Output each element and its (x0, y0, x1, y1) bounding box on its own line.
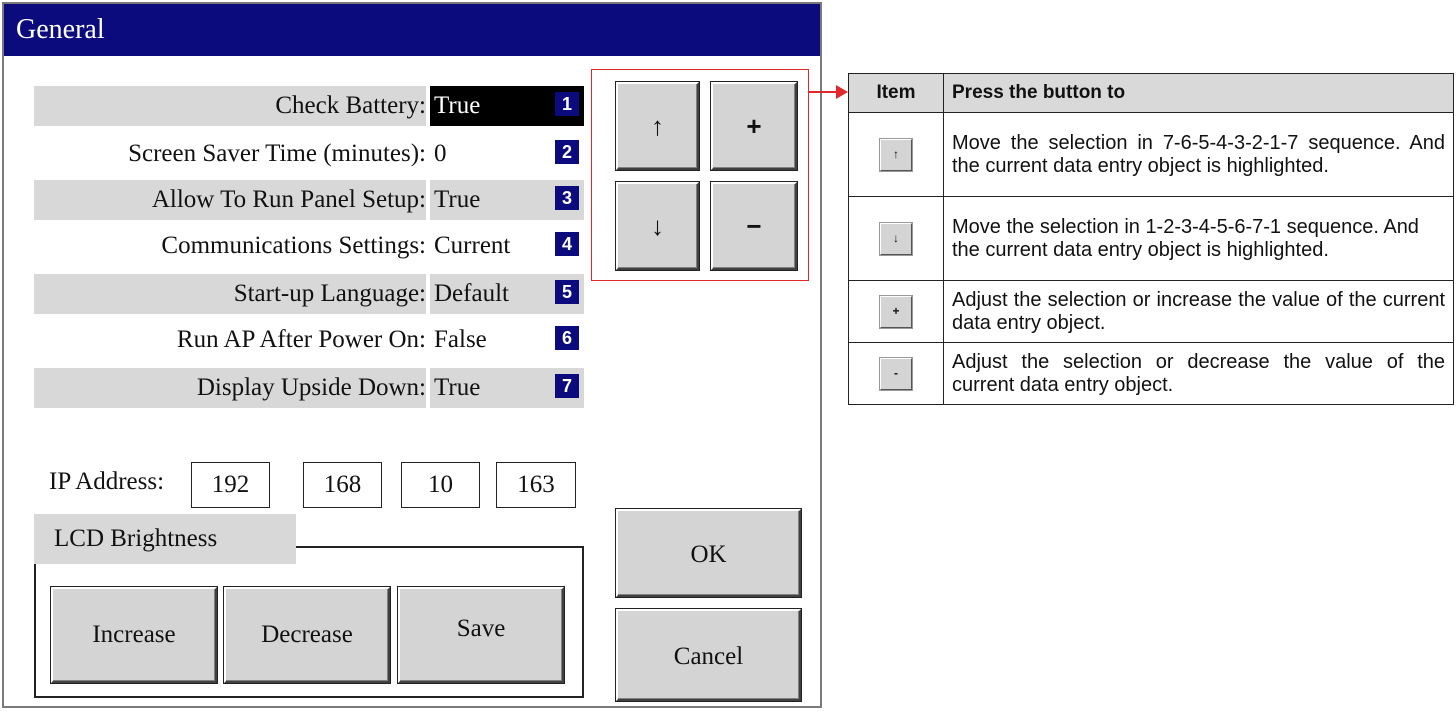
setting-row-check-battery[interactable]: Check Battery: True 1 (34, 86, 584, 126)
setting-row-allow-panel-setup[interactable]: Allow To Run Panel Setup: True 3 (34, 180, 584, 220)
item-cell: + (848, 280, 944, 343)
up-arrow-icon: ↑ (880, 138, 912, 171)
setting-value[interactable]: True (434, 368, 480, 408)
minus-icon: - (880, 357, 912, 390)
increase-brightness-button[interactable]: Increase (51, 587, 217, 683)
button-help-table: Item Press the button to ↑ Move the sele… (848, 73, 1454, 405)
description-cell: Adjust the selection or increase the val… (943, 280, 1454, 343)
setting-label: Check Battery: (275, 92, 426, 119)
setting-index-badge: 3 (555, 186, 579, 210)
setting-value[interactable]: Current (434, 226, 510, 266)
setting-index-badge: 6 (555, 326, 579, 350)
setting-label: Communications Settings: (161, 232, 426, 259)
setting-index-badge: 5 (555, 280, 579, 304)
setting-value[interactable]: True (434, 180, 480, 220)
ip-octet-4[interactable]: 163 (496, 462, 576, 508)
setting-label: Screen Saver Time (minutes): (128, 140, 426, 167)
column-header-item: Item (848, 73, 944, 113)
table-row: ↑ Move the selection in 7-6-5-4-3-2-1-7 … (848, 112, 1454, 197)
table-row: + Adjust the selection or increase the v… (848, 280, 1454, 343)
setting-value[interactable]: 0 (434, 134, 447, 174)
table-header-row: Item Press the button to (848, 73, 1454, 113)
cancel-button[interactable]: Cancel (616, 609, 801, 701)
ok-button[interactable]: OK (616, 509, 801, 597)
setting-row-startup-language[interactable]: Start-up Language: Default 5 (34, 274, 584, 314)
item-cell: ↓ (848, 196, 944, 281)
keypad-highlight-frame (591, 69, 809, 281)
setting-index-badge: 7 (555, 374, 579, 398)
setting-label: Start-up Language: (233, 280, 426, 307)
decrease-brightness-button[interactable]: Decrease (224, 587, 390, 683)
callout-arrow-icon (836, 85, 848, 99)
plus-icon: + (880, 295, 912, 328)
setting-label: Allow To Run Panel Setup: (151, 186, 426, 213)
ip-octet-3[interactable]: 10 (401, 462, 480, 508)
setting-row-communications[interactable]: Communications Settings: Current 4 (34, 226, 584, 266)
setting-index-badge: 2 (555, 140, 579, 164)
dialog-title: General (4, 4, 820, 56)
setting-row-run-ap[interactable]: Run AP After Power On: False 6 (34, 320, 584, 360)
column-header-action: Press the button to (943, 73, 1454, 113)
setting-row-screen-saver-time[interactable]: Screen Saver Time (minutes): 0 2 (34, 134, 584, 174)
down-arrow-icon: ↓ (880, 222, 912, 255)
save-brightness-button[interactable]: Save (398, 587, 564, 683)
setting-label: Display Upside Down: (196, 374, 426, 401)
description-cell: Move the selection in 1-2-3-4-5-6-7-1 se… (943, 196, 1454, 281)
table-row: ↓ Move the selection in 1-2-3-4-5-6-7-1 … (848, 196, 1454, 281)
setting-value[interactable]: True (434, 86, 480, 126)
table-row: - Adjust the selection or decrease the v… (848, 342, 1454, 405)
ip-octet-2[interactable]: 168 (303, 462, 382, 508)
ip-address-label: IP Address: (49, 468, 165, 495)
description-cell: Adjust the selection or decrease the val… (943, 342, 1454, 405)
setting-index-badge: 1 (555, 92, 579, 116)
lcd-brightness-title: LCD Brightness (34, 514, 296, 564)
item-cell: - (848, 342, 944, 405)
description-cell: Move the selection in 7-6-5-4-3-2-1-7 se… (943, 112, 1454, 197)
item-cell: ↑ (848, 112, 944, 197)
setting-value[interactable]: False (434, 320, 487, 360)
setting-value[interactable]: Default (434, 274, 509, 314)
setting-label: Run AP After Power On: (176, 326, 426, 353)
ip-octet-1[interactable]: 192 (191, 462, 270, 508)
setting-row-display-upside-down[interactable]: Display Upside Down: True 7 (34, 368, 584, 408)
setting-index-badge: 4 (555, 232, 579, 256)
